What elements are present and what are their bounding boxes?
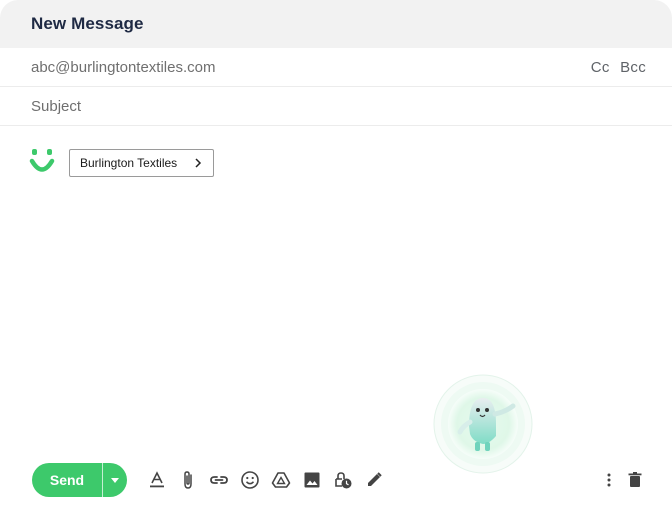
insert-image-button[interactable] xyxy=(296,465,327,496)
emoji-icon xyxy=(240,471,259,489)
discard-draft-button[interactable] xyxy=(622,465,648,496)
company-chip-label: Burlington Textiles xyxy=(80,156,178,170)
compose-toolbar: Send xyxy=(32,463,648,497)
link-icon xyxy=(209,476,228,484)
compose-header: New Message xyxy=(0,0,672,48)
trash-icon xyxy=(628,472,642,487)
bcc-link[interactable]: Bcc xyxy=(620,59,646,76)
image-icon xyxy=(304,472,319,488)
subject-placeholder: Subject xyxy=(31,97,82,115)
attach-icon xyxy=(183,471,192,489)
format-text-button[interactable] xyxy=(141,465,172,496)
right-tools xyxy=(596,465,648,496)
message-body[interactable]: Burlington Textiles xyxy=(0,126,672,456)
company-chip[interactable]: Burlington Textiles xyxy=(69,149,215,177)
insert-link-button[interactable] xyxy=(203,465,234,496)
compose-title: New Message xyxy=(31,14,144,33)
assistant-mascot-icon[interactable] xyxy=(433,374,533,474)
drive-icon xyxy=(271,472,290,488)
emoji-button[interactable] xyxy=(234,465,265,496)
send-divider xyxy=(102,463,103,497)
drive-button[interactable] xyxy=(265,465,296,496)
confidential-mode-button[interactable] xyxy=(327,465,358,496)
compose-window: New Message abc@burlingtontextiles.com C… xyxy=(0,0,672,525)
cc-link[interactable]: Cc xyxy=(591,59,610,76)
caret-down-icon xyxy=(111,477,119,483)
chevron-right-icon xyxy=(195,158,202,168)
send-button[interactable]: Send xyxy=(32,463,102,497)
format-tools xyxy=(141,465,389,496)
to-field[interactable]: abc@burlingtontextiles.com Cc Bcc xyxy=(0,48,672,87)
signature-icon xyxy=(367,472,382,486)
more-options-button[interactable] xyxy=(596,465,622,496)
confidential-icon xyxy=(334,472,351,489)
send-options-button[interactable] xyxy=(103,463,127,497)
send-button-group: Send xyxy=(32,463,127,497)
signature-button[interactable] xyxy=(358,465,389,496)
subject-field[interactable]: Subject xyxy=(0,87,672,126)
more-options-icon xyxy=(607,473,611,487)
to-recipient[interactable]: abc@burlingtontextiles.com xyxy=(31,59,585,76)
smile-logo-icon xyxy=(29,149,55,172)
format-text-icon xyxy=(149,471,164,488)
attach-button[interactable] xyxy=(172,465,203,496)
cc-bcc-links: Cc Bcc xyxy=(585,59,646,76)
